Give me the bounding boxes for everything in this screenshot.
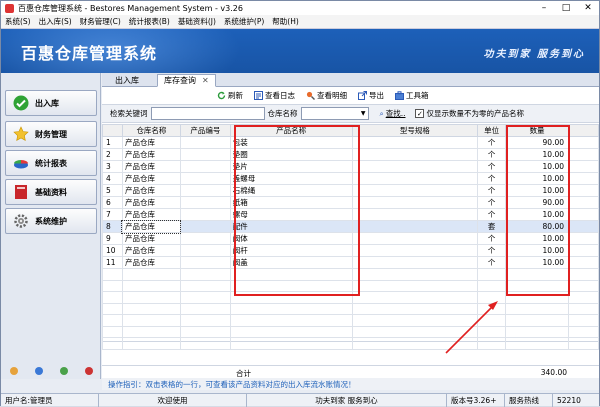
app-window: 百惠仓库管理系统 - Bestores Management System - … [0,0,600,407]
annotation-arrow [445,301,498,354]
